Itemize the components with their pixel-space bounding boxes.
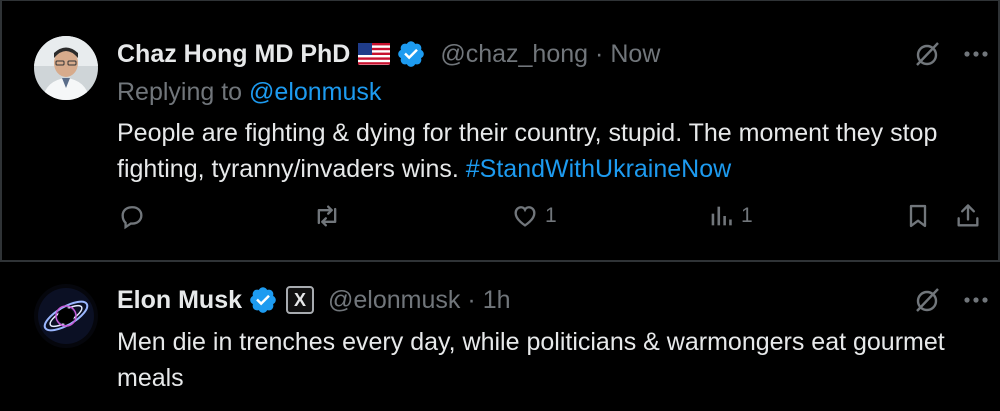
original-header: Elon Musk X @elonmusk · 1h — [117, 284, 511, 316]
reply-button[interactable] — [118, 202, 146, 230]
like-button[interactable]: 1 — [511, 202, 557, 230]
original-tweet[interactable]: Elon Musk X @elonmusk · 1h Men die in tr… — [0, 262, 1000, 411]
action-bar: 1 1 — [118, 202, 982, 242]
bookmark-icon — [909, 204, 927, 228]
avatar-elon-musk[interactable] — [34, 284, 98, 348]
us-flag-icon — [358, 43, 391, 65]
retweet-icon — [317, 205, 337, 227]
replying-to-link[interactable]: @elonmusk — [249, 78, 381, 106]
hashtag-link[interactable]: #StandWithUkraineNow — [466, 155, 731, 183]
retweet-button[interactable] — [312, 202, 342, 230]
x-affiliate-badge-icon[interactable]: X — [286, 286, 315, 314]
like-count: 1 — [545, 204, 557, 227]
heart-icon — [514, 206, 536, 227]
views-icon — [711, 206, 732, 226]
reply-top-icons — [913, 40, 989, 68]
verified-badge-icon — [248, 285, 278, 315]
more-icon[interactable] — [963, 295, 989, 305]
bookmark-button[interactable] — [904, 202, 932, 230]
replying-to: Replying to @elonmusk — [117, 78, 381, 107]
timestamp[interactable]: 1h — [483, 286, 511, 315]
reply-text: People are fighting & dying for their co… — [117, 115, 977, 187]
original-text: Men die in trenches every day, while pol… — [117, 328, 945, 392]
reply-header: Chaz Hong MD PhD @chaz_hong · Now — [117, 38, 660, 70]
replying-prefix: Replying to — [117, 78, 243, 106]
reply-tweet[interactable]: Chaz Hong MD PhD @chaz_hong · Now Replyi… — [0, 0, 1000, 260]
separator-dot: · — [467, 285, 476, 314]
share-icon — [957, 204, 979, 227]
views-button[interactable]: 1 — [707, 202, 753, 230]
separator-dot: · — [595, 39, 604, 68]
more-icon[interactable] — [963, 49, 989, 59]
verified-badge-icon — [396, 39, 426, 69]
avatar-chaz-hong[interactable] — [34, 36, 98, 100]
timestamp[interactable]: Now — [610, 40, 660, 69]
author-name[interactable]: Chaz Hong MD PhD — [117, 40, 350, 69]
author-handle[interactable]: @chaz_hong — [440, 40, 588, 69]
share-button[interactable] — [954, 202, 982, 230]
author-handle[interactable]: @elonmusk — [328, 286, 460, 315]
grok-icon[interactable] — [913, 286, 941, 314]
original-top-icons — [913, 286, 989, 314]
views-count: 1 — [741, 204, 753, 227]
grok-icon[interactable] — [913, 40, 941, 68]
reply-icon — [121, 206, 143, 230]
author-name[interactable]: Elon Musk — [117, 286, 242, 315]
